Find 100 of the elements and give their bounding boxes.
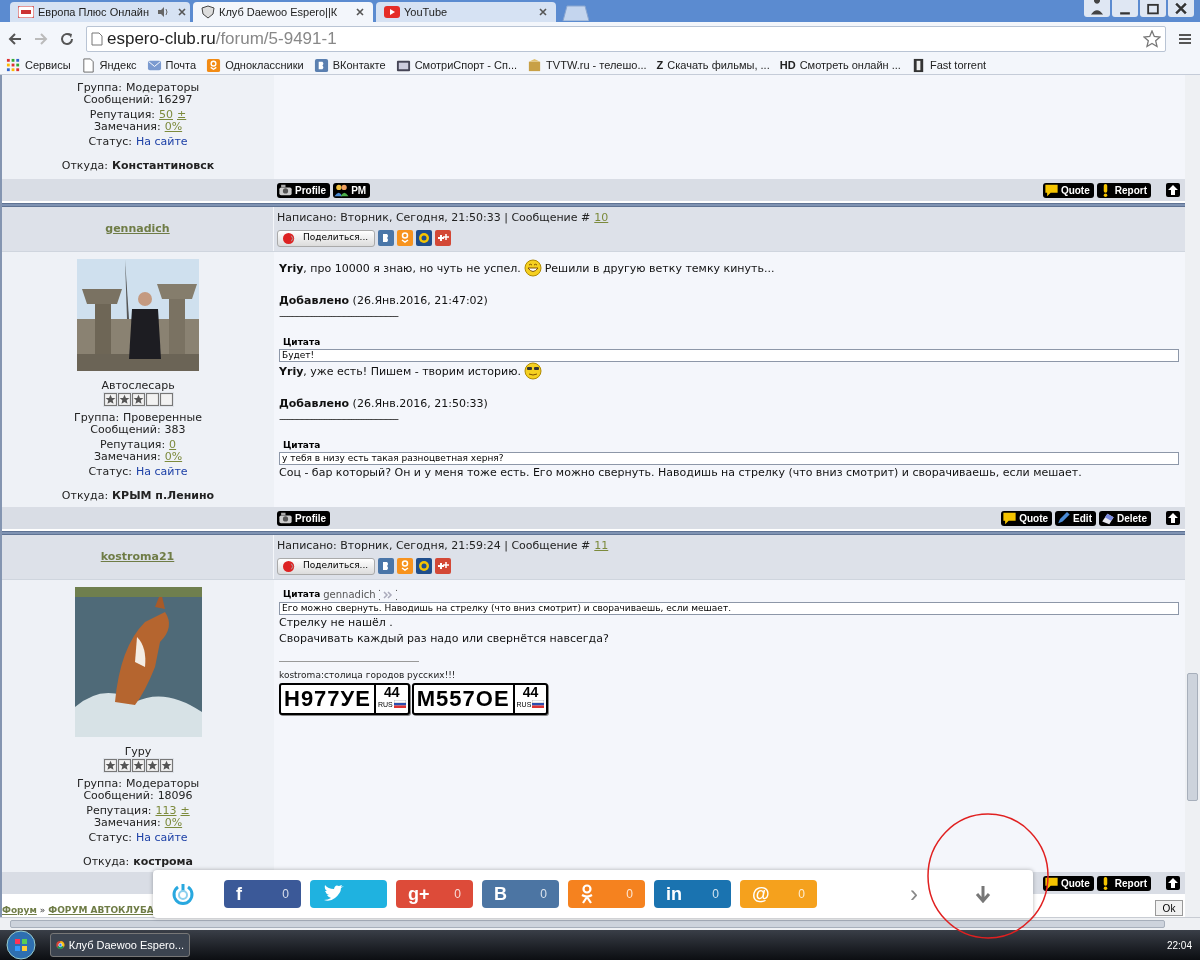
- share-button[interactable]: Поделиться...: [277, 229, 375, 247]
- share-count-button[interactable]: f 0: [224, 880, 301, 908]
- field-label: Откуда:: [82, 856, 130, 868]
- social-icon[interactable]: [378, 558, 394, 574]
- share-button[interactable]: Поделиться...: [277, 557, 375, 575]
- social-icon[interactable]: [416, 558, 432, 574]
- share-count-button[interactable]: B 0: [482, 880, 559, 908]
- field-label: Группа:: [74, 412, 120, 424]
- next-arrow[interactable]: ›: [910, 882, 918, 906]
- bookmark[interactable]: Z Скачать фильмы, ...: [656, 56, 770, 74]
- play-icon: [384, 6, 400, 18]
- tab-title: Европа Плюс Онлайн: [38, 4, 150, 20]
- back-icon[interactable]: [8, 32, 22, 46]
- share-count-button[interactable]: in 0: [654, 880, 731, 908]
- person-icon: [580, 884, 594, 904]
- close-icon[interactable]: [538, 7, 548, 17]
- flag-icon: [532, 700, 545, 708]
- field-label: Сообщений:: [90, 424, 161, 436]
- action-button[interactable]: Edit: [1055, 510, 1096, 526]
- back-to-top-button[interactable]: [1166, 511, 1180, 525]
- close-icon[interactable]: [355, 7, 365, 17]
- quote-title: Цитата: [283, 438, 321, 452]
- bookmark[interactable]: СмотриСпорт - Сп...: [395, 56, 518, 74]
- field-label: Откуда:: [61, 490, 109, 502]
- tab-title: Клуб Daewoo Espero||К: [219, 4, 338, 20]
- rating-star: [131, 759, 145, 772]
- quote-author: gennadich: [323, 588, 376, 602]
- bookmark[interactable]: TVTW.ru - телешо...: [527, 56, 647, 74]
- address-bar[interactable]: espero-club.ru/forum/5-9491-1: [86, 26, 1166, 52]
- taskbar-button[interactable]: Клуб Daewoo Espero...: [50, 933, 190, 957]
- action-button[interactable]: Report: [1096, 875, 1151, 891]
- field-value: 18096: [157, 790, 193, 802]
- social-icon[interactable]: [416, 230, 432, 246]
- breadcrumb-link[interactable]: Форум: [2, 905, 37, 916]
- bookmark[interactable]: HD Смотреть онлайн ...: [779, 56, 901, 74]
- field-value: 16297: [157, 94, 193, 106]
- bookmark[interactable]: Одноклассники: [206, 56, 304, 74]
- browser-tab[interactable]: Европа Плюс Онлайн: [10, 2, 190, 22]
- field-label: Сообщений:: [83, 790, 154, 802]
- field-label: Репутация:: [86, 805, 152, 817]
- field-value: Проверенные: [123, 412, 202, 424]
- reload-icon[interactable]: [60, 32, 74, 46]
- status-text: На сайте: [135, 832, 188, 844]
- pencil-icon: [1056, 511, 1072, 525]
- quote-box: у тебя в низу есть такая разноцветная херня?: [279, 452, 1179, 465]
- post-text: Сворачивать каждый раз надо или свернётся навсегда?: [279, 631, 609, 646]
- value-link[interactable]: 0: [169, 439, 177, 451]
- back-to-top-button[interactable]: [1166, 183, 1180, 197]
- value-link[interactable]: 0%: [164, 451, 183, 463]
- bookmark[interactable]: Почта: [146, 56, 197, 74]
- box-icon: [527, 57, 543, 73]
- close-icon[interactable]: [177, 7, 188, 17]
- dash-line: ------------------------------------------------: [279, 412, 400, 425]
- rating-star: [117, 759, 131, 772]
- back-to-top-button[interactable]: [1166, 876, 1180, 890]
- power-icon[interactable]: [171, 882, 195, 906]
- action-button[interactable]: Report: [1096, 182, 1151, 198]
- post-text: Соц - бар который? Он и у меня тоже есть. Его можно свернуть. Наводишь на стрелку (что вниз смотрит) и сворачиваешь, если мешает.: [279, 465, 1082, 480]
- bookmark[interactable]: Сервисы: [6, 56, 71, 74]
- maximize-icon[interactable]: [1140, 0, 1166, 17]
- action-button[interactable]: Profile: [277, 182, 331, 198]
- start-button[interactable]: [6, 930, 36, 960]
- rating-star: [117, 393, 131, 406]
- field-label: Замечания:: [93, 451, 161, 463]
- ok-button[interactable]: Ok: [1155, 900, 1183, 916]
- field-label: Репутация:: [99, 439, 166, 451]
- action-button[interactable]: Delete: [1099, 510, 1151, 526]
- bookmark[interactable]: ВКонтакте: [313, 56, 386, 74]
- quote-title: Цитата: [283, 335, 321, 349]
- added-note: Добавлено (26.Янв.2016, 21:50:33): [279, 396, 489, 412]
- star-icon[interactable]: [1143, 30, 1161, 48]
- eraser-icon: [1100, 511, 1115, 525]
- minimize-icon[interactable]: [1112, 0, 1138, 17]
- speech-bubble-icon: [1043, 876, 1059, 890]
- value-link[interactable]: 0%: [164, 817, 183, 829]
- breadcrumb-link[interactable]: ФОРУМ АВТОКЛУБА: [48, 905, 154, 916]
- social-icon[interactable]: [378, 230, 394, 246]
- action-button[interactable]: PM: [333, 182, 371, 198]
- browser-tab[interactable]: Клуб Daewoo Espero||К: [193, 2, 373, 22]
- action-button[interactable]: Quote: [1042, 875, 1094, 891]
- browser-tab[interactable]: YouTube: [376, 2, 556, 22]
- field-label: Группа:: [76, 82, 122, 94]
- action-button[interactable]: Quote: [1001, 510, 1053, 526]
- share-count-button[interactable]: g+ 0: [396, 880, 473, 908]
- field-value: 383: [164, 424, 186, 436]
- action-button[interactable]: Quote: [1042, 182, 1094, 198]
- menu-icon[interactable]: [1178, 32, 1192, 46]
- close-icon[interactable]: [1168, 0, 1194, 17]
- collapse-arrow-icon[interactable]: [975, 885, 991, 903]
- user-icon[interactable]: [1084, 0, 1110, 17]
- action-button[interactable]: Profile: [277, 510, 331, 526]
- status-text: На сайте: [135, 136, 188, 148]
- people-icon: [334, 183, 350, 197]
- bookmark[interactable]: Яндекс: [80, 56, 137, 74]
- social-icon[interactable]: [435, 558, 451, 574]
- value-link[interactable]: 0%: [164, 121, 183, 133]
- bookmark[interactable]: Fast torrent: [910, 56, 987, 74]
- url-text: espero-club.ru/forum/5-9491-1: [107, 28, 337, 51]
- field-label: Замечания:: [93, 121, 161, 133]
- social-icon[interactable]: [435, 230, 451, 246]
